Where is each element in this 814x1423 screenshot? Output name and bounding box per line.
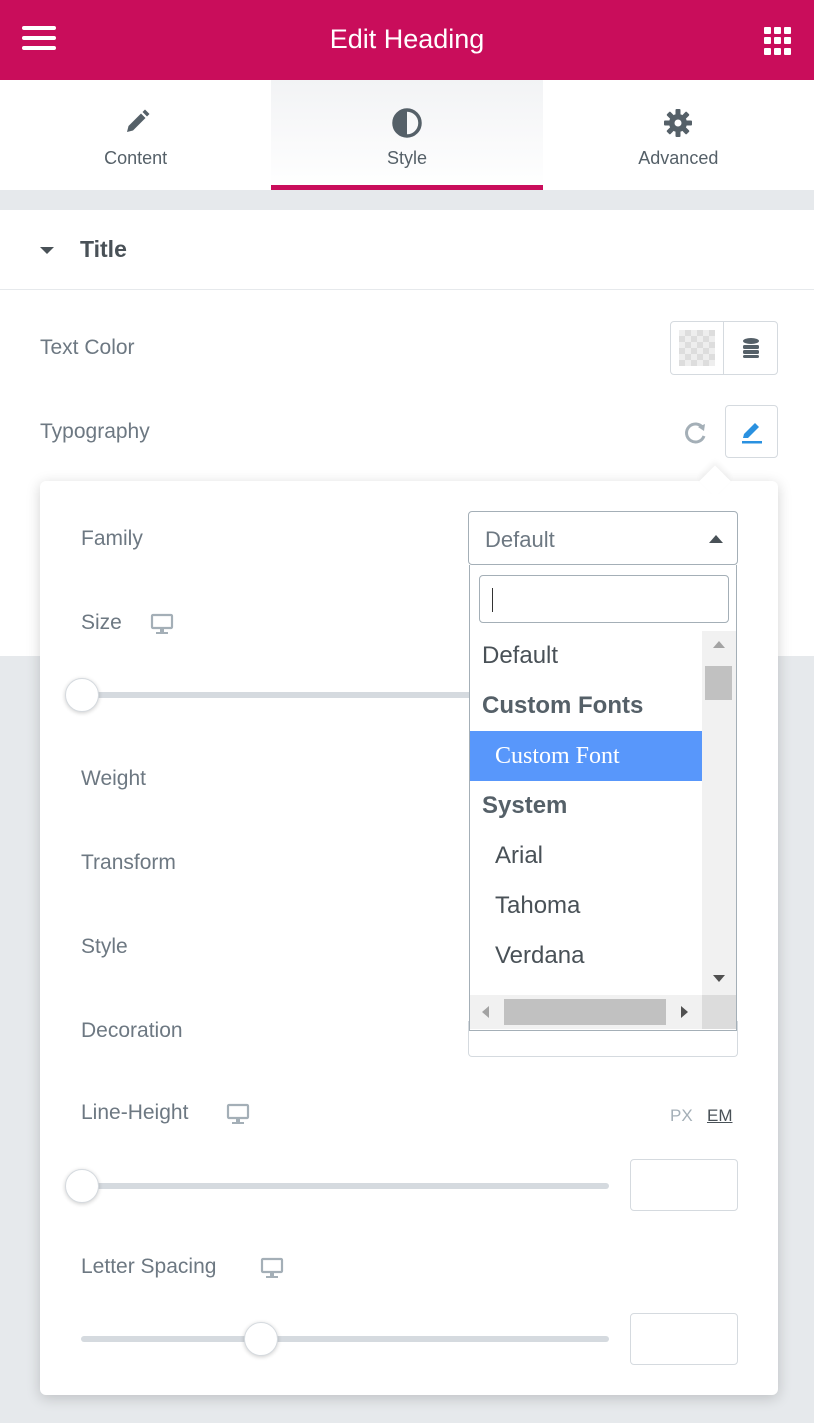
desktop-icon[interactable] xyxy=(150,613,174,635)
line-height-slider-thumb[interactable] xyxy=(65,1169,99,1203)
font-search-input[interactable] xyxy=(479,575,729,623)
pencil-edit-icon xyxy=(741,422,762,443)
font-option-custom-font[interactable]: Custom Font xyxy=(470,731,702,781)
grid-icon[interactable] xyxy=(764,27,792,55)
tab-advanced[interactable]: Advanced xyxy=(543,80,814,190)
font-options-list: Default Custom Fonts Custom Font System … xyxy=(470,631,702,995)
section-header[interactable]: Title xyxy=(0,210,814,290)
database-icon xyxy=(742,338,759,358)
family-label: Family xyxy=(81,527,143,550)
scroll-up-arrow-icon[interactable] xyxy=(713,641,725,648)
text-color-control xyxy=(670,321,778,375)
letter-spacing-label: Letter Spacing xyxy=(81,1255,217,1278)
caret-down-icon[interactable] xyxy=(40,247,54,254)
transparent-swatch-icon xyxy=(679,330,715,366)
font-option-default[interactable]: Default xyxy=(470,631,702,681)
font-option-verdana[interactable]: Verdana xyxy=(470,931,702,981)
horizontal-scroll-thumb[interactable] xyxy=(504,999,666,1025)
line-height-input[interactable] xyxy=(630,1159,738,1211)
half-circle-icon xyxy=(392,108,422,138)
vertical-scroll-thumb[interactable] xyxy=(705,666,732,700)
caret-up-icon xyxy=(709,535,723,543)
page-title: Edit Heading xyxy=(329,24,485,54)
tab-advanced-label: Advanced xyxy=(638,148,719,168)
transform-label: Transform xyxy=(81,851,176,874)
family-select-value: Default xyxy=(485,527,555,552)
global-colors-button[interactable] xyxy=(724,322,777,374)
section-title: Title xyxy=(80,236,127,262)
tab-style-label: Style xyxy=(386,148,427,168)
size-slider-track[interactable] xyxy=(81,692,481,698)
gear-icon xyxy=(664,109,693,137)
tab-content-label: Content xyxy=(104,148,168,168)
horizontal-scrollbar[interactable] xyxy=(470,995,736,1029)
unit-em[interactable]: EM xyxy=(707,1106,733,1126)
typography-popover: Family Default Size Weight Transform Sty… xyxy=(40,481,778,1395)
letter-spacing-input[interactable] xyxy=(630,1313,738,1365)
tab-style[interactable]: Style xyxy=(271,80,543,190)
pencil-icon xyxy=(126,109,150,132)
unit-px[interactable]: PX xyxy=(670,1106,693,1126)
decoration-label: Decoration xyxy=(81,1019,183,1042)
scroll-down-arrow-icon[interactable] xyxy=(713,975,725,982)
font-option-arial[interactable]: Arial xyxy=(470,831,702,881)
line-height-slider-track[interactable] xyxy=(81,1183,609,1189)
typography-label: Typography xyxy=(40,420,150,443)
color-picker-button[interactable] xyxy=(671,322,724,374)
reset-icon[interactable] xyxy=(683,420,709,446)
size-label: Size xyxy=(81,611,122,634)
scrollbar-corner xyxy=(702,995,736,1029)
font-group-system: System xyxy=(482,792,568,819)
family-select[interactable]: Default xyxy=(468,511,738,565)
panel-tabs: Content Style Advanced xyxy=(0,80,814,190)
font-group-custom: Custom Fonts xyxy=(482,692,644,719)
text-color-label: Text Color xyxy=(40,336,135,359)
style-label: Style xyxy=(81,935,128,958)
font-option-tahoma[interactable]: Tahoma xyxy=(470,881,702,931)
text-cursor xyxy=(492,588,493,612)
weight-label: Weight xyxy=(81,767,146,790)
desktop-icon[interactable] xyxy=(226,1103,250,1125)
tab-content[interactable]: Content xyxy=(0,80,271,190)
line-height-label: Line-Height xyxy=(81,1101,189,1124)
desktop-icon[interactable] xyxy=(260,1257,284,1279)
typography-edit-button[interactable] xyxy=(725,405,778,458)
panel-header: Edit Heading xyxy=(0,0,814,80)
family-dropdown: Default Custom Fonts Custom Font System … xyxy=(469,565,737,1031)
size-slider-thumb[interactable] xyxy=(65,678,99,712)
scroll-left-arrow-icon[interactable] xyxy=(482,1006,489,1018)
letter-spacing-slider-thumb[interactable] xyxy=(243,1322,278,1356)
scroll-right-arrow-icon[interactable] xyxy=(681,1006,688,1018)
vertical-scrollbar[interactable] xyxy=(702,631,736,995)
letter-spacing-slider-track[interactable] xyxy=(81,1336,609,1342)
